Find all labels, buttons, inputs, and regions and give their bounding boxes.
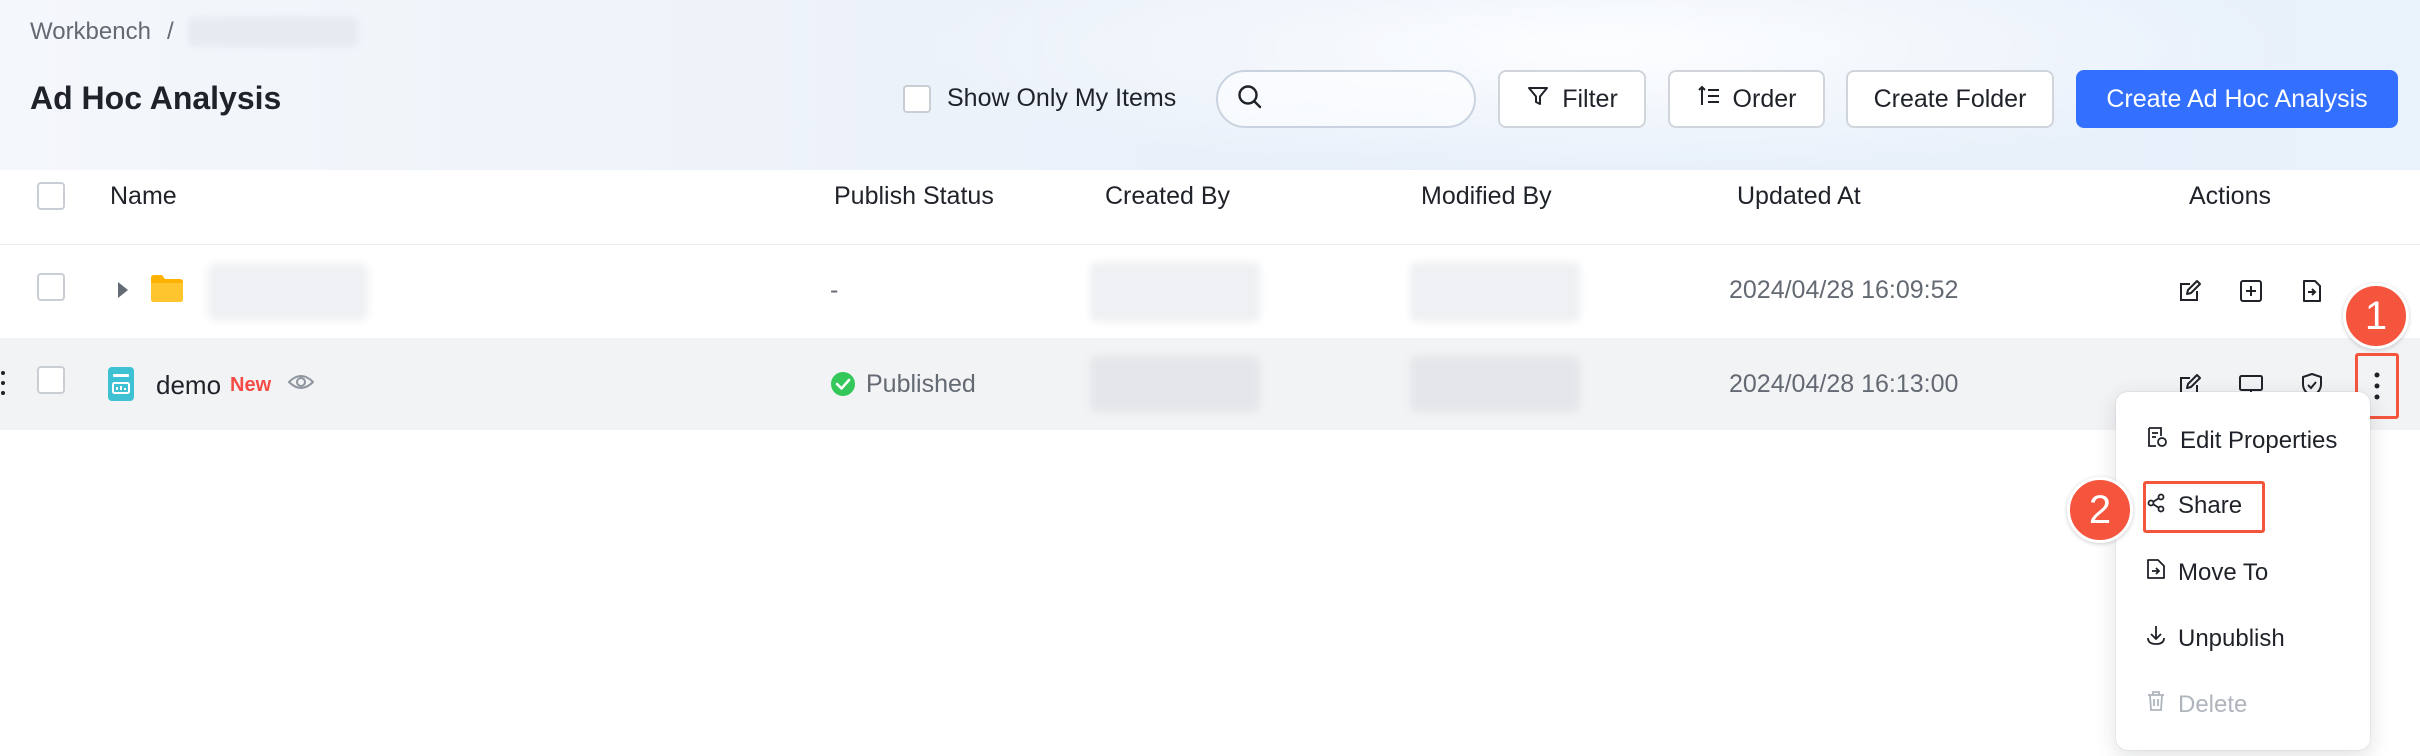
- breadcrumb-separator: /: [166, 18, 174, 45]
- publish-status: -: [830, 276, 839, 304]
- properties-icon: [2146, 426, 2168, 455]
- updated-at: 2024/04/28 16:09:52: [1729, 276, 1959, 304]
- create-ad-hoc-analysis-button[interactable]: Create Ad Hoc Analysis: [2076, 70, 2398, 128]
- select-all-checkbox[interactable]: [37, 182, 65, 210]
- download-arrow-icon: [2146, 624, 2166, 653]
- published-check-icon: [830, 371, 856, 402]
- move-file-icon: [2146, 558, 2166, 587]
- menu-item-edit-properties[interactable]: Edit Properties: [2146, 426, 2337, 455]
- drag-handle-icon[interactable]: [0, 368, 6, 403]
- publish-status: Published: [866, 370, 976, 398]
- modified-by-redacted: [1410, 356, 1580, 412]
- order-button[interactable]: Order: [1668, 70, 1825, 128]
- modified-by-redacted: [1410, 262, 1580, 322]
- breadcrumb-root[interactable]: Workbench: [30, 18, 151, 46]
- move-file-icon[interactable]: [2297, 276, 2327, 306]
- edit-icon[interactable]: [2175, 276, 2205, 306]
- column-header-actions: Actions: [2189, 182, 2271, 210]
- filter-icon: [1526, 84, 1550, 115]
- column-header-updated-at: Updated At: [1737, 182, 1861, 210]
- sort-icon: [1697, 84, 1721, 115]
- menu-item-label: Move To: [2178, 558, 2269, 586]
- show-only-checkbox[interactable]: [903, 84, 931, 113]
- eye-icon[interactable]: [287, 372, 315, 397]
- menu-item-label: Edit Properties: [2180, 426, 2338, 454]
- row-checkbox[interactable]: [37, 273, 65, 301]
- more-vertical-icon[interactable]: [2371, 370, 2383, 407]
- create-folder-button[interactable]: Create Folder: [1846, 70, 2054, 128]
- new-badge: New: [230, 374, 272, 396]
- folder-icon: [150, 273, 184, 308]
- order-label: Order: [1732, 84, 1797, 113]
- filter-button[interactable]: Filter: [1498, 70, 1646, 128]
- share-highlight: [2143, 481, 2265, 533]
- created-by-redacted: [1090, 356, 1260, 412]
- folder-name-redacted[interactable]: [208, 264, 368, 320]
- search-input[interactable]: [1276, 85, 1456, 113]
- menu-item-delete: Delete: [2146, 690, 2247, 719]
- menu-item-unpublish[interactable]: Unpublish: [2146, 624, 2285, 653]
- show-only-label: Show Only My Items: [947, 84, 1177, 112]
- step-2-badge: 2: [2067, 477, 2133, 543]
- search-box[interactable]: [1216, 70, 1476, 128]
- breadcrumb: Workbench /: [30, 16, 358, 48]
- breadcrumb-current-redacted: [187, 17, 358, 47]
- updated-at: 2024/04/28 16:13:00: [1729, 370, 1959, 398]
- menu-item-label: Unpublish: [2178, 624, 2285, 652]
- file-name[interactable]: demo: [156, 370, 221, 401]
- menu-item-move-to[interactable]: Move To: [2146, 558, 2268, 587]
- created-by-redacted: [1090, 262, 1260, 322]
- add-square-icon[interactable]: [2236, 276, 2266, 306]
- row-checkbox[interactable]: [37, 366, 65, 394]
- menu-item-label: Delete: [2178, 690, 2248, 718]
- column-header-publish-status: Publish Status: [834, 182, 994, 210]
- column-header-created-by: Created By: [1105, 182, 1231, 210]
- analysis-file-icon: [108, 367, 134, 406]
- column-header-modified-by: Modified By: [1421, 182, 1552, 210]
- expand-caret-icon[interactable]: [114, 278, 132, 307]
- step-1-badge: 1: [2343, 283, 2409, 349]
- more-actions-menu: Edit Properties Share Move To Unpublish …: [2116, 392, 2370, 750]
- trash-icon: [2146, 690, 2166, 719]
- column-header-name: Name: [110, 182, 177, 210]
- page-title: Ad Hoc Analysis: [30, 80, 282, 116]
- show-only-my-items[interactable]: Show Only My Items: [903, 84, 1176, 113]
- search-icon: [1236, 83, 1264, 116]
- filter-label: Filter: [1562, 84, 1618, 113]
